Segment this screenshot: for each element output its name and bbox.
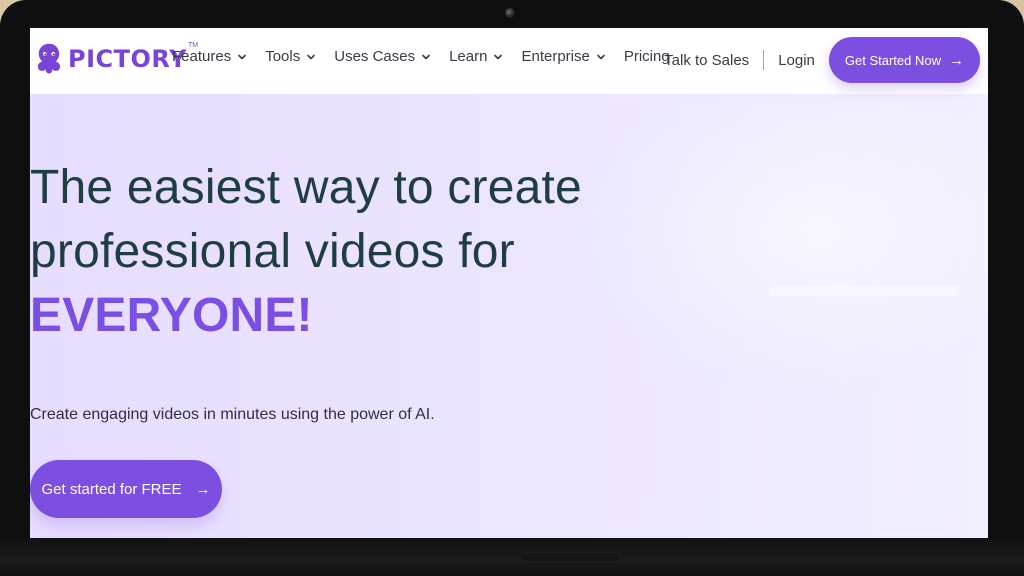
chevron-down-icon: [422, 54, 430, 59]
hero-content: The easiest way to create professional v…: [30, 94, 650, 538]
get-started-now-button[interactable]: Get Started Now →: [828, 37, 980, 83]
laptop-frame: PICTORY TM Features Tools Uses Cases Lea…: [0, 0, 1024, 576]
nav-tools-label: Tools: [265, 48, 301, 65]
top-navigation: PICTORY TM Features Tools Uses Cases Lea…: [30, 28, 988, 94]
nav-features-label: Features: [172, 48, 232, 65]
nav-enterprise-label: Enterprise: [521, 48, 590, 65]
nav-right: Talk to Sales Login Get Started Now →: [664, 36, 980, 84]
nav-pricing-label: Pricing: [623, 48, 670, 65]
nav-tools[interactable]: Tools: [265, 48, 316, 65]
chevron-down-icon: [597, 54, 605, 59]
chevron-down-icon: [307, 54, 316, 59]
nav-learn[interactable]: Learn: [449, 48, 503, 65]
browser-screen: PICTORY TM Features Tools Uses Cases Lea…: [30, 28, 988, 538]
talk-to-sales-label: Talk to Sales: [664, 51, 750, 69]
background-ghost-line: [770, 286, 960, 296]
hero-headline: The easiest way to create professional v…: [30, 156, 582, 348]
nav-features[interactable]: Features: [172, 48, 247, 65]
octopus-icon: [37, 43, 61, 74]
nav-pricing[interactable]: Pricing: [624, 48, 670, 65]
chevron-down-icon: [238, 54, 247, 59]
hero-headline-line-2: professional videos for: [30, 225, 515, 278]
login-link[interactable]: Login: [778, 52, 815, 69]
laptop-hinge: [0, 538, 1024, 576]
get-started-now-label: Get Started Now: [844, 52, 941, 68]
hero-headline-accent: EVERYONE!: [30, 289, 313, 342]
talk-to-sales-link[interactable]: Talk to Sales: [664, 52, 749, 69]
get-started-free-button[interactable]: Get started for FREE →: [30, 460, 222, 518]
chevron-down-icon: [494, 54, 503, 59]
arrow-right-icon: →: [949, 51, 964, 69]
arrow-right-icon: →: [195, 480, 211, 498]
primary-nav: Features Tools Uses Cases Learn Enterpri…: [172, 48, 670, 65]
nav-use-cases[interactable]: Uses Cases: [334, 48, 431, 65]
nav-enterprise[interactable]: Enterprise: [521, 48, 605, 65]
nav-use-cases-label: Uses Cases: [334, 48, 416, 65]
hero-subheadline: Create engaging videos in minutes using …: [30, 406, 435, 423]
login-label: Login: [778, 51, 815, 69]
get-started-free-label: Get started for FREE: [41, 480, 182, 498]
webcam-icon: [505, 8, 515, 18]
nav-learn-label: Learn: [449, 48, 488, 65]
nav-separator: [763, 50, 765, 70]
brand-name: PICTORY: [68, 45, 187, 73]
hero-headline-line-1: The easiest way to create: [30, 161, 582, 214]
